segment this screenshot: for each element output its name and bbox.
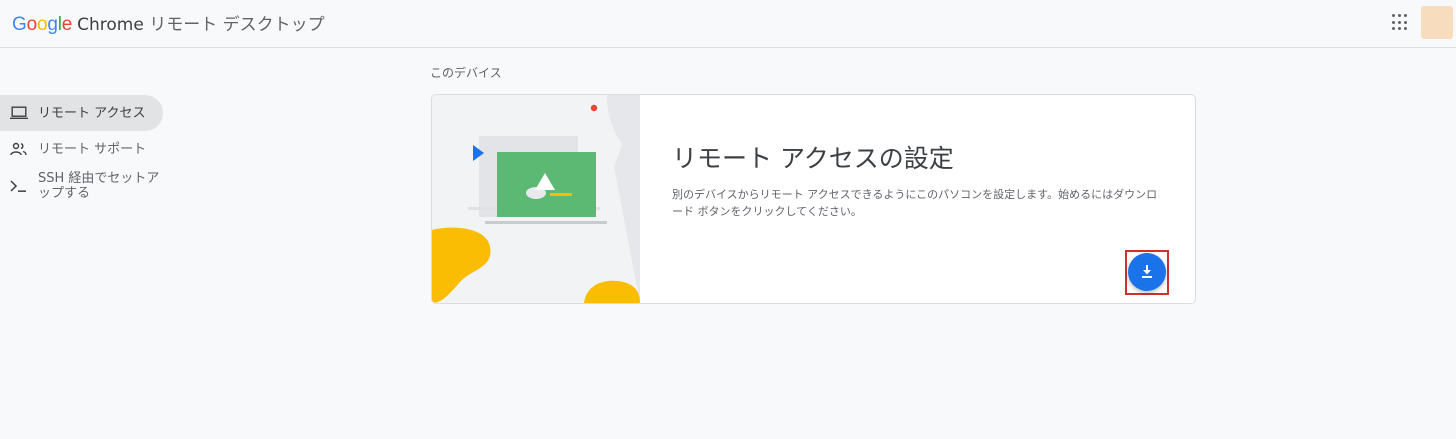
card-description: 別のデバイスからリモート アクセスできるようにこのパソコンを設定します。始めるに… (672, 188, 1158, 218)
download-icon (1140, 263, 1154, 282)
avatar[interactable] (1421, 6, 1453, 39)
top-app-bar: Google Chrome リモート デスクトップ (0, 0, 1456, 48)
sidebar-item-label: SSH 経由でセットア ップする (38, 171, 160, 201)
remote-access-setup-card: リモート アクセスの設定 別のデバイスからリモート アクセスできるようにこのパソ… (431, 94, 1196, 304)
people-icon (8, 140, 30, 158)
sidebar-item-ssh-setup[interactable]: SSH 経由でセットア ップする (0, 167, 163, 205)
sidebar-item-remote-access[interactable]: リモート アクセス (0, 95, 163, 131)
product-name: Chrome リモート デスクトップ (77, 15, 325, 35)
google-logo: Google (12, 14, 73, 35)
remote-access-illustration (432, 95, 640, 303)
sidebar-item-remote-support[interactable]: リモート サポート (0, 131, 163, 167)
apps-grid-icon[interactable] (1392, 14, 1410, 32)
terminal-icon (8, 177, 30, 195)
app-title[interactable]: Google Chrome リモート デスクトップ (12, 10, 325, 35)
sidebar-item-label: リモート サポート (38, 141, 147, 157)
download-button[interactable] (1128, 253, 1166, 291)
section-title: このデバイス (430, 66, 502, 80)
sidebar: リモート アクセス リモート サポート SSH 経由でセットア ップする (0, 95, 163, 205)
sidebar-item-label: リモート アクセス (38, 105, 146, 121)
card-title: リモート アクセスの設定 (672, 144, 954, 173)
laptop-icon (8, 104, 30, 122)
